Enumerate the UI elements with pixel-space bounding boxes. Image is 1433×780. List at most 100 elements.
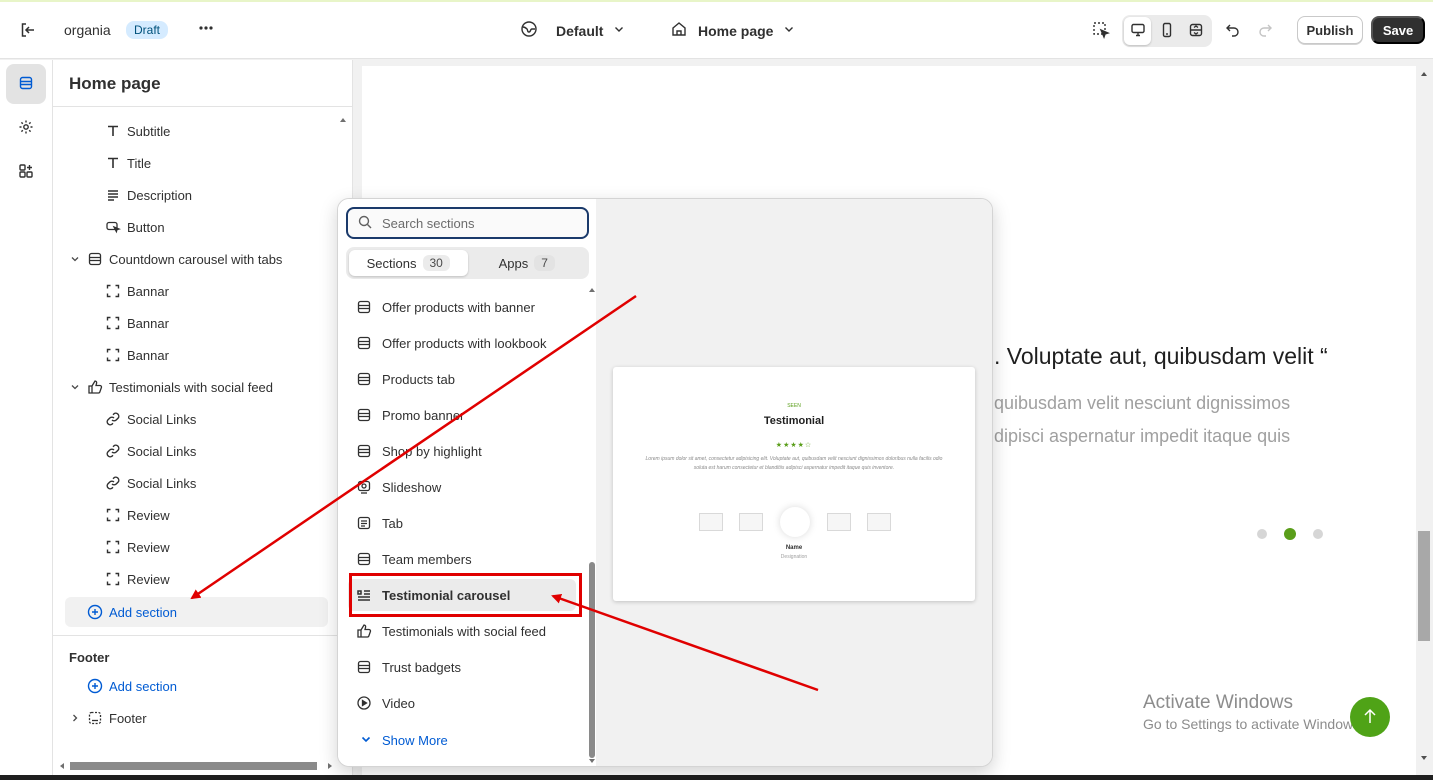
show-more-button[interactable]: Show More xyxy=(360,733,448,748)
undo-icon[interactable] xyxy=(1224,21,1242,39)
block-icon xyxy=(105,539,121,555)
mobile-view-button[interactable] xyxy=(1153,17,1180,45)
windows-activation-watermark: Activate Windows Go to Settings to activ… xyxy=(1143,692,1364,732)
search-input[interactable] xyxy=(382,215,572,231)
block-icon xyxy=(105,315,121,331)
block-item-description[interactable]: Description xyxy=(53,179,352,211)
block-item-button[interactable]: Button xyxy=(53,211,352,243)
section-item-testimonials-with-social-feed[interactable]: Testimonials with social feed xyxy=(53,371,352,403)
section-preview-card: SEEN Testimonial ★★★★☆ Lorem ipsum dolor… xyxy=(613,367,975,601)
add-section-label: Add section xyxy=(109,604,177,620)
section-option-testimonials-with-social-feed[interactable]: Testimonials with social feed xyxy=(348,615,576,647)
section-option-video[interactable]: Video xyxy=(348,687,576,719)
expand-icon xyxy=(1188,22,1204,41)
rail-sections-button[interactable] xyxy=(6,64,46,104)
chevron-right-icon[interactable] xyxy=(69,713,81,723)
preview-scrollbar[interactable] xyxy=(1416,66,1432,766)
scroll-to-top-button[interactable] xyxy=(1350,697,1390,737)
tab-apps[interactable]: Apps 7 xyxy=(468,250,587,276)
chevron-down-icon[interactable] xyxy=(69,382,81,392)
block-item-review[interactable]: Review xyxy=(53,499,352,531)
footer-section-item[interactable]: Footer xyxy=(53,702,352,734)
block-item-bannar[interactable]: Bannar xyxy=(53,307,352,339)
section-icon xyxy=(356,659,372,675)
section-option-team-members[interactable]: Team members xyxy=(348,543,576,575)
section-option-promo-banner[interactable]: Promo banner xyxy=(348,399,576,431)
section-option-products-tab[interactable]: Products tab xyxy=(348,363,576,395)
preview-name: Name xyxy=(785,545,803,551)
tree-item-label: Countdown carousel with tabs xyxy=(109,251,283,267)
section-icon xyxy=(356,335,372,351)
block-item-bannar[interactable]: Bannar xyxy=(53,339,352,371)
search-field[interactable] xyxy=(346,207,589,239)
carousel-dot[interactable] xyxy=(1257,529,1267,539)
inspector-icon[interactable] xyxy=(1092,21,1110,39)
section-option-offer-products-with-lookbook[interactable]: Offer products with lookbook xyxy=(348,327,576,359)
block-item-subtitle[interactable]: Subtitle xyxy=(53,115,352,147)
status-badge: Draft xyxy=(126,21,169,39)
preview-body: Lorem ipsum dolor sit amet, consectetur … xyxy=(645,456,943,471)
add-section-button[interactable]: Add section xyxy=(65,597,328,627)
section-icon xyxy=(87,251,103,267)
chevron-down-icon[interactable] xyxy=(69,254,81,264)
section-option-tab[interactable]: Tab xyxy=(348,507,576,539)
block-item-social-links[interactable]: Social Links xyxy=(53,435,352,467)
link-icon xyxy=(105,475,121,491)
block-icon xyxy=(105,347,121,363)
settings-icon xyxy=(18,119,34,138)
rail-settings-button[interactable] xyxy=(6,108,46,148)
testimonial-line-1: quibusdam velit nesciunt dignissimos xyxy=(994,393,1291,413)
section-option-trust-badgets[interactable]: Trust badgets xyxy=(348,651,576,683)
tree-item-label: Social Links xyxy=(127,443,197,459)
rail-apps-button[interactable] xyxy=(6,152,46,192)
tree-item-label: Subtitle xyxy=(127,123,171,139)
publish-button[interactable]: Publish xyxy=(1297,16,1363,44)
ellipsis-icon[interactable] xyxy=(196,18,216,38)
fullwidth-view-button[interactable] xyxy=(1183,17,1210,45)
redo-icon[interactable] xyxy=(1256,21,1274,39)
page-selector[interactable]: Home page xyxy=(670,20,795,41)
carousel-dot[interactable] xyxy=(1313,529,1323,539)
section-option-label: Promo banner xyxy=(382,407,465,423)
save-button[interactable]: Save xyxy=(1371,16,1425,44)
preview-avatars xyxy=(699,503,891,539)
tree-item-label: Bannar xyxy=(127,347,169,363)
tab-sections[interactable]: Sections 30 xyxy=(349,250,468,276)
block-item-social-links[interactable]: Social Links xyxy=(53,403,352,435)
section-option-label: Products tab xyxy=(382,371,455,387)
tree-item-label: Social Links xyxy=(127,411,197,427)
text-icon xyxy=(105,155,121,171)
section-item-countdown-carousel-with-tabs[interactable]: Countdown carousel with tabs xyxy=(53,243,352,275)
block-item-social-links[interactable]: Social Links xyxy=(53,467,352,499)
theme-selector[interactable]: Default xyxy=(520,20,625,41)
sections-sidebar: Home page Subtitle Title Description Button… xyxy=(53,60,353,780)
block-item-bannar[interactable]: Bannar xyxy=(53,275,352,307)
block-item-title[interactable]: Title xyxy=(53,147,352,179)
arrow-up-icon xyxy=(1363,708,1377,727)
block-item-review[interactable]: Review xyxy=(53,563,352,595)
desktop-view-button[interactable] xyxy=(1124,17,1152,45)
carousel-dot-active[interactable] xyxy=(1284,528,1296,540)
section-option-label: Testimonials with social feed xyxy=(382,623,547,639)
block-item-review[interactable]: Review xyxy=(53,531,352,563)
section-list-scrollbar[interactable] xyxy=(588,287,596,765)
image-placeholder-icon xyxy=(739,513,763,531)
tab-icon xyxy=(356,515,372,531)
exit-icon[interactable] xyxy=(18,20,38,40)
section-option-slideshow[interactable]: Slideshow xyxy=(348,471,576,503)
section-icon xyxy=(356,299,372,315)
tree-item-label: Bannar xyxy=(127,283,169,299)
tree-item-label: Review xyxy=(127,539,170,555)
section-option-shop-by-highlight[interactable]: Shop by highlight xyxy=(348,435,576,467)
store-name: organia xyxy=(64,22,111,38)
sidebar-horizontal-scrollbar[interactable] xyxy=(58,760,338,772)
block-icon xyxy=(105,571,121,587)
theme-label: Default xyxy=(556,22,604,39)
section-option-offer-products-with-banner[interactable]: Offer products with banner xyxy=(348,291,576,323)
footer-item-label: Footer xyxy=(109,710,147,726)
text-icon xyxy=(105,123,121,139)
section-list-panel: Sections 30 Apps 7 Offer products with b… xyxy=(338,199,596,766)
testimonial-line-2: dipisci aspernatur impedit itaque quis xyxy=(994,426,1291,446)
section-option-label: Shop by highlight xyxy=(382,443,482,459)
footer-add-section-button[interactable]: Add section xyxy=(53,670,352,702)
